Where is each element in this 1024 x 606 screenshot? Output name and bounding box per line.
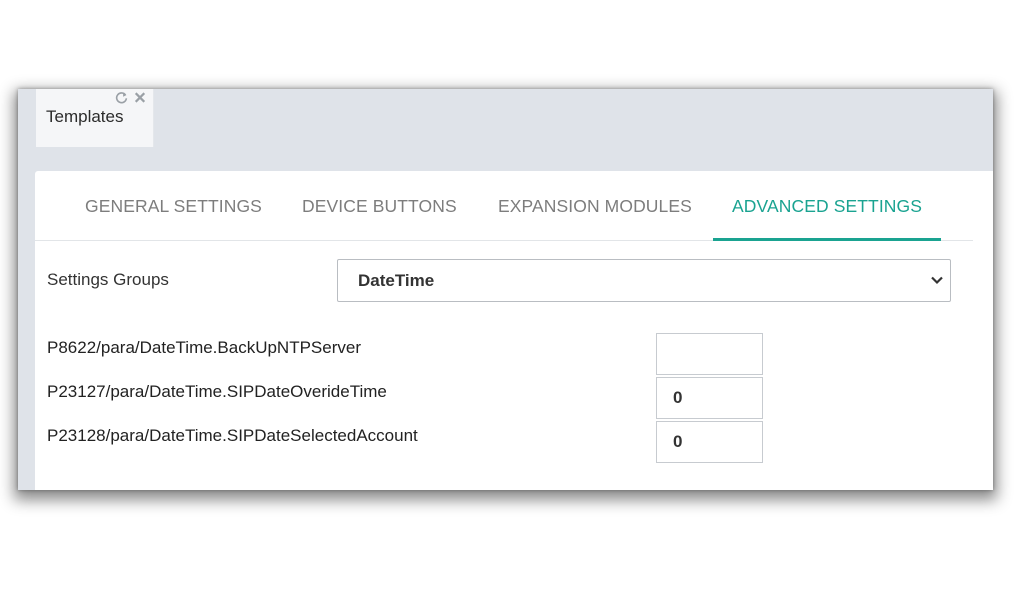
param-label-backup-ntp-server: P8622/para/DateTime.BackUpNTPServer [47, 338, 362, 357]
tab-general-settings[interactable]: GENERAL SETTINGS [85, 196, 262, 217]
param-input-backup-ntp-server[interactable] [656, 333, 763, 375]
settings-groups-label: Settings Groups [47, 270, 169, 289]
templates-tab[interactable]: Templates [36, 89, 154, 147]
param-input-sip-date-overide-time[interactable] [656, 377, 763, 419]
param-label-sip-date-selected-account: P23128/para/DateTime.SIPDateSelectedAcco… [47, 426, 418, 445]
param-input-sip-date-selected-account[interactable] [656, 421, 763, 463]
templates-tab-label: Templates [46, 107, 124, 126]
param-label-sip-date-overide-time: P23127/para/DateTime.SIPDateOverideTime [47, 382, 387, 401]
tab-expansion-modules[interactable]: EXPANSION MODULES [498, 196, 692, 217]
chevron-down-icon [931, 276, 943, 285]
active-tab-indicator [713, 238, 941, 241]
close-icon[interactable] [134, 91, 146, 104]
refresh-icon[interactable] [115, 91, 128, 104]
template-editor-panel: GENERAL SETTINGS DEVICE BUTTONS EXPANSIO… [35, 171, 993, 490]
tab-device-buttons[interactable]: DEVICE BUTTONS [302, 196, 457, 217]
settings-groups-selected-value: DateTime [358, 271, 435, 290]
tab-advanced-settings[interactable]: ADVANCED SETTINGS [732, 196, 922, 217]
document-tabstrip: Templates [18, 89, 993, 147]
settings-groups-select[interactable]: DateTime [337, 259, 951, 302]
settings-tab-bar: GENERAL SETTINGS DEVICE BUTTONS EXPANSIO… [35, 171, 973, 241]
tab-actions [115, 91, 146, 107]
templates-window: Templates GENERAL SETTINGS DEVICE BUTTON… [18, 89, 993, 490]
